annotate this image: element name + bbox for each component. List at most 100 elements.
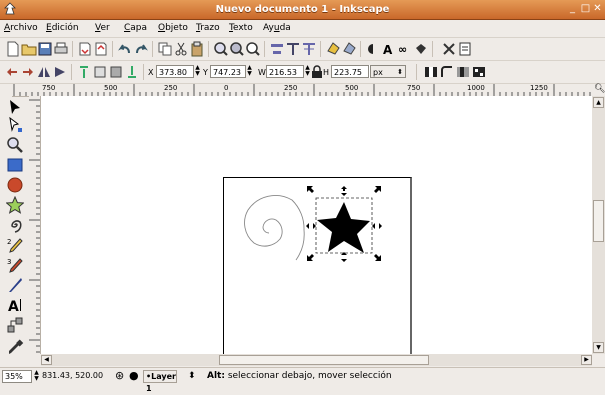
y-spinner[interactable]: ▲ ▼ <box>246 65 253 78</box>
rotate-cw-icon[interactable] <box>20 64 36 80</box>
resize-handle-sw-icon <box>307 254 314 261</box>
y-field[interactable]: 747.23 <box>210 65 246 78</box>
xml-editor-icon[interactable] <box>301 41 317 57</box>
node-tool-icon[interactable] <box>6 116 24 134</box>
star-tool-icon[interactable] <box>6 196 24 214</box>
vertical-ruler-ticks <box>29 99 40 353</box>
layer-select-arrow-icon[interactable]: ⬍ <box>188 371 196 381</box>
menu-edicion[interactable]: Edición <box>46 23 79 33</box>
horizontal-scrollbar[interactable]: ◀ ▶ <box>41 354 592 366</box>
transform-icon[interactable] <box>285 41 301 57</box>
zoom-selection-icon[interactable] <box>213 41 229 57</box>
minimize-button[interactable]: _ <box>567 3 578 14</box>
layer-lock-icon[interactable]: ● <box>129 369 139 382</box>
zoom-drawing-icon[interactable] <box>229 41 245 57</box>
symbols-icon[interactable] <box>413 41 429 57</box>
ruler-label: 1250 <box>530 84 548 92</box>
layer-visibility-icon[interactable]: ⊛ <box>115 369 124 382</box>
ruler-label: 0 <box>224 84 229 92</box>
menu-capa[interactable]: Capa <box>124 23 147 33</box>
ruler-label: 750 <box>407 84 421 92</box>
print-icon[interactable] <box>53 41 69 57</box>
new-document-icon[interactable] <box>5 41 21 57</box>
undo-icon[interactable] <box>117 41 133 57</box>
pen-tool-icon[interactable]: 3 <box>6 256 24 274</box>
clone-icon[interactable]: ∞ <box>397 41 413 57</box>
move-patterns-icon[interactable] <box>471 64 487 80</box>
zoom-page-icon[interactable] <box>245 41 261 57</box>
spiral-tool-icon[interactable] <box>6 216 24 234</box>
width-field[interactable]: 216.53 <box>266 65 304 78</box>
redo-icon[interactable] <box>133 41 149 57</box>
selector-tool-icon[interactable] <box>6 98 24 116</box>
export-icon[interactable] <box>93 41 109 57</box>
unit-value: px <box>373 68 383 77</box>
scroll-right-icon[interactable]: ▶ <box>581 355 592 365</box>
lock-icon[interactable] <box>311 65 323 79</box>
move-gradients-icon[interactable] <box>455 64 471 80</box>
text-tool-icon[interactable]: A <box>6 296 24 314</box>
align-distribute-icon[interactable] <box>269 41 285 57</box>
x-spinner[interactable]: ▲ ▼ <box>194 65 201 78</box>
svg-text:A: A <box>383 43 393 57</box>
x-field[interactable]: 373.80 <box>156 65 194 78</box>
dropper-tool-icon[interactable] <box>6 338 24 356</box>
import-icon[interactable] <box>77 41 93 57</box>
open-folder-icon[interactable] <box>21 41 37 57</box>
lower-icon[interactable] <box>108 64 124 80</box>
zoom-corner-icon[interactable]: 🔍︎ <box>594 84 605 96</box>
cut-icon[interactable] <box>173 41 189 57</box>
paste-icon[interactable] <box>189 41 205 57</box>
spiral-object[interactable] <box>244 195 305 261</box>
flip-horizontal-icon[interactable] <box>36 64 52 80</box>
scale-stroke-icon[interactable] <box>423 64 439 80</box>
scroll-left-icon[interactable]: ◀ <box>41 355 52 365</box>
star-object[interactable] <box>317 202 370 253</box>
drawing-canvas[interactable] <box>41 96 592 358</box>
scroll-up-icon[interactable]: ▲ <box>593 97 604 108</box>
status-message: Alt: seleccionar debajo, mover selección <box>207 371 392 381</box>
title-bar: Nuevo documento 1 - Inkscape _ □ ✕ <box>0 0 605 20</box>
raise-icon[interactable] <box>92 64 108 80</box>
menu-objeto[interactable]: Objeto <box>158 23 188 33</box>
menu-ayuda[interactable]: Ayuda <box>263 23 291 33</box>
height-field[interactable]: 223.75 <box>331 65 369 78</box>
close-button[interactable]: ✕ <box>592 3 603 14</box>
menu-texto[interactable]: Texto <box>229 23 253 33</box>
maximize-button[interactable]: □ <box>580 3 591 14</box>
scale-corners-icon[interactable] <box>439 64 455 80</box>
zoom-tool-icon[interactable] <box>6 136 24 154</box>
menu-trazo[interactable]: Trazo <box>196 23 220 33</box>
lower-to-bottom-icon[interactable] <box>124 64 140 80</box>
save-icon[interactable] <box>37 41 53 57</box>
menu-ver[interactable]: Ver <box>95 23 110 33</box>
document-properties-icon[interactable] <box>341 41 357 57</box>
input-devices-icon[interactable] <box>457 41 473 57</box>
width-spinner[interactable]: ▲ ▼ <box>304 65 311 78</box>
connector-tool-icon[interactable] <box>6 316 24 334</box>
layer-select[interactable]: •Layer 1 <box>143 370 177 393</box>
rectangle-tool-icon[interactable] <box>6 156 24 174</box>
vertical-scrollbar[interactable]: ▲ ▼ <box>592 96 605 354</box>
pencil-tool-icon[interactable]: 2 <box>6 236 24 254</box>
unit-select[interactable]: px ⬍ <box>370 65 406 78</box>
flip-vertical-icon[interactable] <box>52 64 68 80</box>
fill-icon[interactable] <box>365 41 381 57</box>
zoom-field[interactable]: 35% <box>2 370 32 383</box>
preferences-icon[interactable] <box>441 41 457 57</box>
fill-stroke-icon[interactable] <box>325 41 341 57</box>
horizontal-scroll-thumb[interactable] <box>219 355 429 365</box>
zoom-spinner[interactable]: ▲ ▼ <box>33 370 40 383</box>
menu-archivo[interactable]: Archivo <box>4 23 38 33</box>
cursor-coordinates: 831.43, 520.00 <box>42 371 104 380</box>
calligraphy-tool-icon[interactable] <box>6 276 24 294</box>
copy-icon[interactable] <box>157 41 173 57</box>
ellipse-tool-icon[interactable] <box>6 176 24 194</box>
drawing-objects <box>244 186 382 262</box>
rotate-ccw-icon[interactable] <box>4 64 20 80</box>
ruler-ticks <box>13 84 591 96</box>
raise-to-top-icon[interactable] <box>76 64 92 80</box>
vertical-scroll-thumb[interactable] <box>593 200 604 242</box>
text-font-icon[interactable]: A <box>381 41 397 57</box>
scroll-down-icon[interactable]: ▼ <box>593 342 604 353</box>
